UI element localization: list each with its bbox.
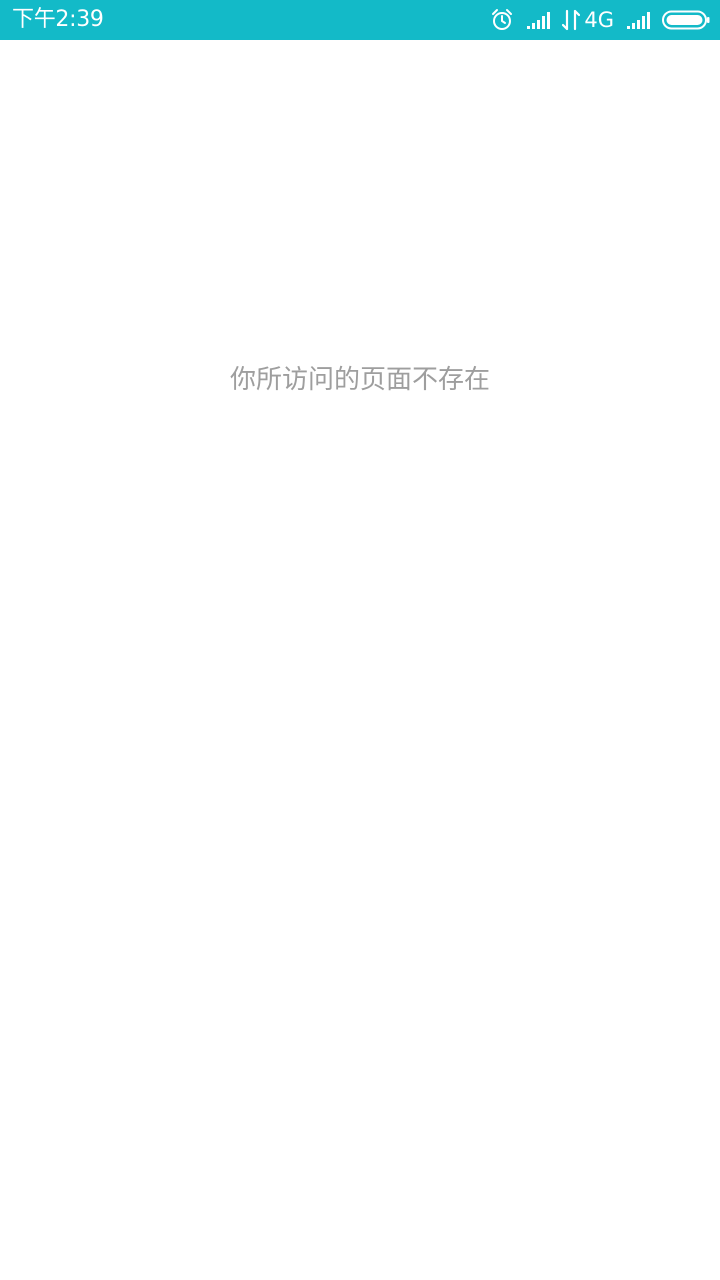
alarm-icon: [490, 8, 514, 32]
network-type-label: 4G: [584, 8, 614, 32]
page-not-found-message: 你所访问的页面不存在: [229, 365, 490, 395]
signal-strength-icon: [626, 10, 652, 30]
status-time: 下午2:39: [12, 7, 104, 32]
status-icons: 4G: [490, 7, 710, 33]
page-content: 你所访问的页面不存在: [0, 40, 720, 1280]
battery-icon: [662, 10, 710, 30]
data-transfer-icon: [562, 9, 581, 31]
status-bar: 下午2:39 4G: [0, 0, 720, 40]
signal-strength-icon: [526, 10, 552, 30]
